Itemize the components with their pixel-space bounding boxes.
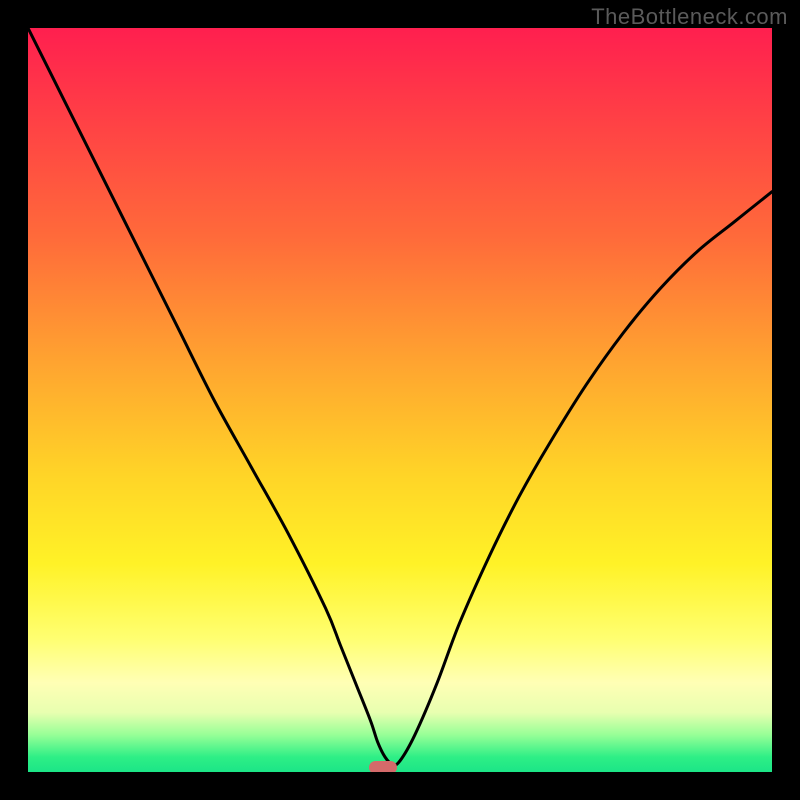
watermark-text: TheBottleneck.com bbox=[591, 4, 788, 30]
curve-path bbox=[28, 28, 772, 765]
optimal-marker bbox=[369, 761, 397, 772]
chart-frame: TheBottleneck.com bbox=[0, 0, 800, 800]
bottleneck-curve bbox=[28, 28, 772, 772]
plot-area bbox=[28, 28, 772, 772]
